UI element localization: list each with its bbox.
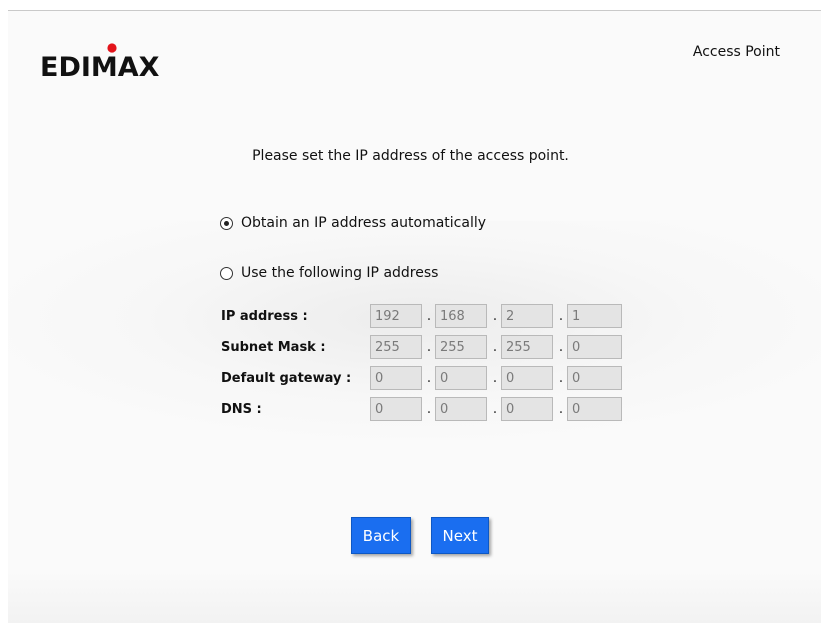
ip-address-octet-3[interactable] (501, 304, 553, 328)
octet-separator: . (492, 370, 498, 386)
dns-row: DNS : . . . (221, 397, 641, 423)
ip-address-row: IP address : . . . (221, 304, 641, 330)
edimax-logo: EDIMAX (40, 42, 200, 83)
default-gateway-row: Default gateway : . . . (221, 366, 641, 392)
manual-ip-label: Use the following IP address (241, 265, 439, 281)
dns-octet-2[interactable] (435, 397, 487, 421)
mode-label: Access Point (692, 44, 780, 60)
manual-ip-radio[interactable] (220, 266, 233, 280)
octet-separator: . (426, 308, 432, 324)
dns-label: DNS : (221, 402, 262, 417)
subnet-mask-octet-2[interactable] (435, 335, 487, 359)
default-gateway-octet-4[interactable] (567, 366, 622, 390)
octet-separator: . (426, 370, 432, 386)
edimax-logo-icon: EDIMAX (40, 43, 160, 83)
dns-octet-4[interactable] (567, 397, 622, 421)
subnet-mask-octet-4[interactable] (567, 335, 622, 359)
logo-text: EDIMAX (40, 52, 160, 82)
octet-separator: . (492, 308, 498, 324)
default-gateway-octet-1[interactable] (370, 366, 422, 390)
octet-separator: . (426, 339, 432, 355)
next-button[interactable]: Next (431, 517, 489, 554)
octet-separator: . (492, 401, 498, 417)
octet-separator: . (558, 339, 564, 355)
ip-address-label: IP address : (221, 309, 308, 324)
octet-separator: . (558, 308, 564, 324)
auto-ip-radio[interactable] (220, 216, 233, 230)
subnet-mask-octet-1[interactable] (370, 335, 422, 359)
default-gateway-label: Default gateway : (221, 371, 352, 386)
auto-ip-option[interactable]: Obtain an IP address automatically (220, 215, 486, 231)
subnet-mask-octet-3[interactable] (501, 335, 553, 359)
default-gateway-octet-3[interactable] (501, 366, 553, 390)
dns-octet-1[interactable] (370, 397, 422, 421)
ip-address-octet-1[interactable] (370, 304, 422, 328)
page-instruction: Please set the IP address of the access … (252, 148, 569, 164)
auto-ip-label: Obtain an IP address automatically (241, 215, 487, 231)
octet-separator: . (558, 370, 564, 386)
octet-separator: . (492, 339, 498, 355)
ip-address-octet-4[interactable] (567, 304, 622, 328)
subnet-mask-row: Subnet Mask : . . . (221, 335, 641, 361)
dns-octet-3[interactable] (501, 397, 553, 421)
ip-address-octet-2[interactable] (435, 304, 487, 328)
octet-separator: . (558, 401, 564, 417)
manual-ip-option[interactable]: Use the following IP address (220, 265, 438, 281)
default-gateway-octet-2[interactable] (435, 366, 487, 390)
subnet-mask-label: Subnet Mask : (221, 340, 326, 355)
back-button[interactable]: Back (351, 517, 411, 554)
octet-separator: . (426, 401, 432, 417)
